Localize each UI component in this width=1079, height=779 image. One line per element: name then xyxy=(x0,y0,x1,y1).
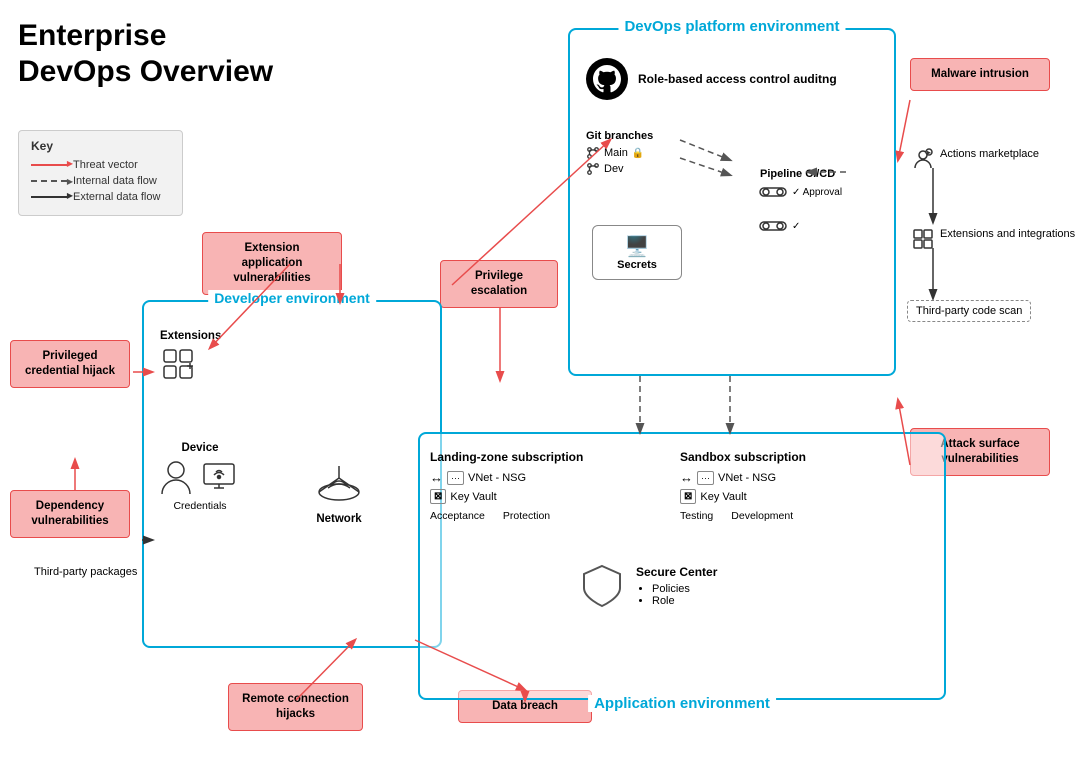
secrets-box: 🖥️ Secrets xyxy=(592,225,682,280)
device-section: Device Credentials xyxy=(160,442,240,512)
key-external: External data flow xyxy=(31,191,170,203)
internal-line-icon xyxy=(31,180,67,182)
threat-privileged-credential: Privileged credential hijack xyxy=(10,340,130,388)
application-env: Application environment Landing-zone sub… xyxy=(418,432,946,700)
github-icon xyxy=(586,58,628,100)
threat-dependency: Dependency vulnerabilities xyxy=(10,490,130,538)
actions-marketplace: ▶ Actions marketplace xyxy=(912,148,1039,170)
extensions-integrations: Extensions and integrations xyxy=(912,228,1075,250)
key-title: Key xyxy=(31,139,170,153)
sandbox-box: Sandbox subscription ↔ ··· VNet - NSG ⊠ … xyxy=(680,450,900,522)
third-party-scan: Third-party code scan xyxy=(907,300,1031,322)
threat-extension-vuln: Extension application vulnerabilities xyxy=(202,232,342,295)
key-box: Key Threat vector Internal data flow Ext… xyxy=(18,130,183,216)
devops-platform-env: DevOps platform environment Role-based a… xyxy=(568,28,896,376)
application-env-label: Application environment xyxy=(588,695,776,712)
rbac-label: Role-based access control auditng xyxy=(638,71,837,88)
developer-env-label: Developer environment xyxy=(208,290,376,306)
threat-remote-connection: Remote connection hijacks xyxy=(228,683,363,731)
pipeline-label: Pipeline CI/CD xyxy=(760,168,835,180)
threat-line-icon xyxy=(31,164,67,166)
secure-center: Secure Center Policies Role xyxy=(580,562,717,610)
key-threat: Threat vector xyxy=(31,159,170,171)
svg-text:▶: ▶ xyxy=(927,150,931,156)
threat-malware: Malware intrusion xyxy=(910,58,1050,91)
page-title: Enterprise DevOps Overview xyxy=(18,18,273,90)
git-branches: Git branches Main 🔒 Dev xyxy=(586,130,653,176)
key-internal: Internal data flow xyxy=(31,175,170,187)
landing-zone-box: Landing-zone subscription ↔ ··· VNet - N… xyxy=(430,450,650,522)
devops-platform-label: DevOps platform environment xyxy=(618,18,845,35)
external-line-icon xyxy=(31,196,67,198)
third-party-label: Third-party packages xyxy=(34,566,137,578)
pipeline-icons: ✓ Approval xyxy=(758,182,842,202)
developer-env: Developer environment Extensions Device xyxy=(142,300,442,648)
pipeline-icons-2: ✓ xyxy=(758,216,800,236)
network-section: Network xyxy=(314,462,364,525)
diagram-container: Enterprise DevOps Overview Key Threat ve… xyxy=(0,0,1079,779)
threat-privilege-escalation: Privilege escalation xyxy=(440,260,558,308)
extensions-section: Extensions xyxy=(160,330,221,382)
